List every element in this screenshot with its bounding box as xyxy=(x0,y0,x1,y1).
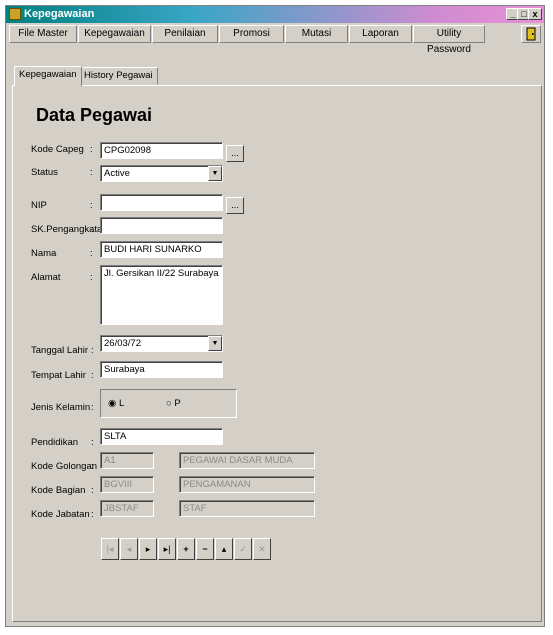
nav-next-button[interactable]: ▸ xyxy=(139,538,157,560)
nav-delete-button[interactable]: − xyxy=(196,538,214,560)
label-kode-golongan: Kode Golongan xyxy=(31,461,98,472)
nav-edit-button[interactable]: ▴ xyxy=(215,538,233,560)
nav-post-button[interactable]: ✓ xyxy=(234,538,252,560)
radio-l-label: L xyxy=(118,398,125,409)
status-value: Active xyxy=(104,168,130,179)
nip-field[interactable] xyxy=(100,194,223,211)
radio-checked-icon: ◉ xyxy=(108,398,117,409)
title-bar: Kepegawaian _ □ x xyxy=(6,6,544,23)
menu-penilaian[interactable]: Penilaian xyxy=(152,25,218,43)
label-kode-jabatan: Kode Jabatan xyxy=(31,509,90,520)
colon: : xyxy=(91,224,94,235)
label-kode-bagian: Kode Bagian xyxy=(31,485,86,496)
label-kode-capeg: Kode Capeg xyxy=(31,144,84,155)
label-nama: Nama xyxy=(31,248,57,259)
exit-door-icon xyxy=(526,27,536,41)
exit-button[interactable] xyxy=(521,25,541,43)
nav-prior-button[interactable]: ◂ xyxy=(120,538,138,560)
kode-capeg-field[interactable]: CPG02098 xyxy=(100,142,223,159)
status-select[interactable]: Active ▼ xyxy=(100,165,223,182)
label-status: Status xyxy=(31,167,58,178)
nav-insert-button[interactable]: + xyxy=(177,538,195,560)
colon: : xyxy=(91,370,94,381)
radio-l[interactable]: ◉ L xyxy=(108,398,124,409)
label-jenis-kelamin: Jenis Kelamin xyxy=(31,402,91,413)
menu-laporan[interactable]: Laporan xyxy=(349,25,412,43)
pendidikan-field[interactable]: SLTA xyxy=(100,428,223,445)
tanggal-lahir-picker[interactable]: 26/03/72 ▼ xyxy=(100,335,223,352)
nama-jabatan-field: STAF xyxy=(179,500,315,517)
radio-unchecked-icon: ○ xyxy=(166,398,172,409)
tempat-lahir-field[interactable]: Surabaya xyxy=(100,361,223,378)
colon: : xyxy=(91,345,94,356)
kode-golongan-field: A1 xyxy=(100,452,154,469)
colon: : xyxy=(90,167,93,178)
menu-mutasi[interactable]: Mutasi xyxy=(285,25,348,43)
colon: : xyxy=(90,248,93,259)
label-tanggal-lahir: Tanggal Lahir xyxy=(31,345,89,356)
nama-field[interactable]: BUDI HARI SUNARKO xyxy=(100,241,223,258)
close-button[interactable]: x xyxy=(528,8,542,20)
radio-p[interactable]: ○ P xyxy=(166,398,181,409)
kode-bagian-field: BGVIII xyxy=(100,476,154,493)
tanggal-lahir-value: 26/03/72 xyxy=(104,338,141,349)
colon: : xyxy=(91,509,94,520)
nav-cancel-button[interactable]: ✕ xyxy=(253,538,271,560)
chevron-down-icon[interactable]: ▼ xyxy=(208,336,222,351)
app-icon xyxy=(9,8,21,20)
colon: : xyxy=(91,437,94,448)
menu-kepegawaian[interactable]: Kepegawaian xyxy=(78,25,151,43)
menu-file-master[interactable]: File Master xyxy=(9,25,77,43)
window-title: Kepegawaian xyxy=(24,8,95,20)
label-alamat: Alamat xyxy=(31,272,61,283)
label-nip: NIP xyxy=(31,200,47,211)
nip-lookup-button[interactable]: ... xyxy=(226,197,244,214)
colon: : xyxy=(90,144,93,155)
tab-history-pegawai[interactable]: History Pegawai xyxy=(79,67,158,85)
tab-kepegawaian[interactable]: Kepegawaian xyxy=(14,66,82,86)
kode-jabatan-field: JBSTAF xyxy=(100,500,154,517)
colon: : xyxy=(91,485,94,496)
nama-bagian-field: PENGAMANAN xyxy=(179,476,315,493)
menu-promosi[interactable]: Promosi xyxy=(219,25,284,43)
menu-bar: File Master Kepegawaian Penilaian Promos… xyxy=(9,25,542,55)
colon: : xyxy=(91,402,94,413)
nav-last-button[interactable]: ▸| xyxy=(158,538,176,560)
colon: : xyxy=(90,272,93,283)
label-tempat-lahir: Tempat Lahir xyxy=(31,370,86,381)
sk-pengangkatan-field[interactable] xyxy=(100,217,223,234)
label-pendidikan: Pendidikan xyxy=(31,437,79,448)
colon: : xyxy=(90,200,93,211)
alamat-textarea[interactable]: Jl. Gersikan II/22 Surabaya xyxy=(100,265,223,325)
kode-capeg-lookup-button[interactable]: ... xyxy=(226,145,244,162)
chevron-down-icon[interactable]: ▼ xyxy=(208,166,222,181)
radio-p-label: P xyxy=(174,398,181,409)
jenis-kelamin-group: ◉ L ○ P xyxy=(100,389,237,418)
nav-first-button[interactable]: |◂ xyxy=(101,538,119,560)
colon: : xyxy=(91,461,94,472)
page-title: Data Pegawai xyxy=(36,105,153,125)
nama-golongan-field: PEGAWAI DASAR MUDA xyxy=(179,452,315,469)
menu-utility-password[interactable]: Utility Password xyxy=(413,25,485,55)
label-sk-pengangkatan: SK.Pengangkatan xyxy=(31,224,108,235)
